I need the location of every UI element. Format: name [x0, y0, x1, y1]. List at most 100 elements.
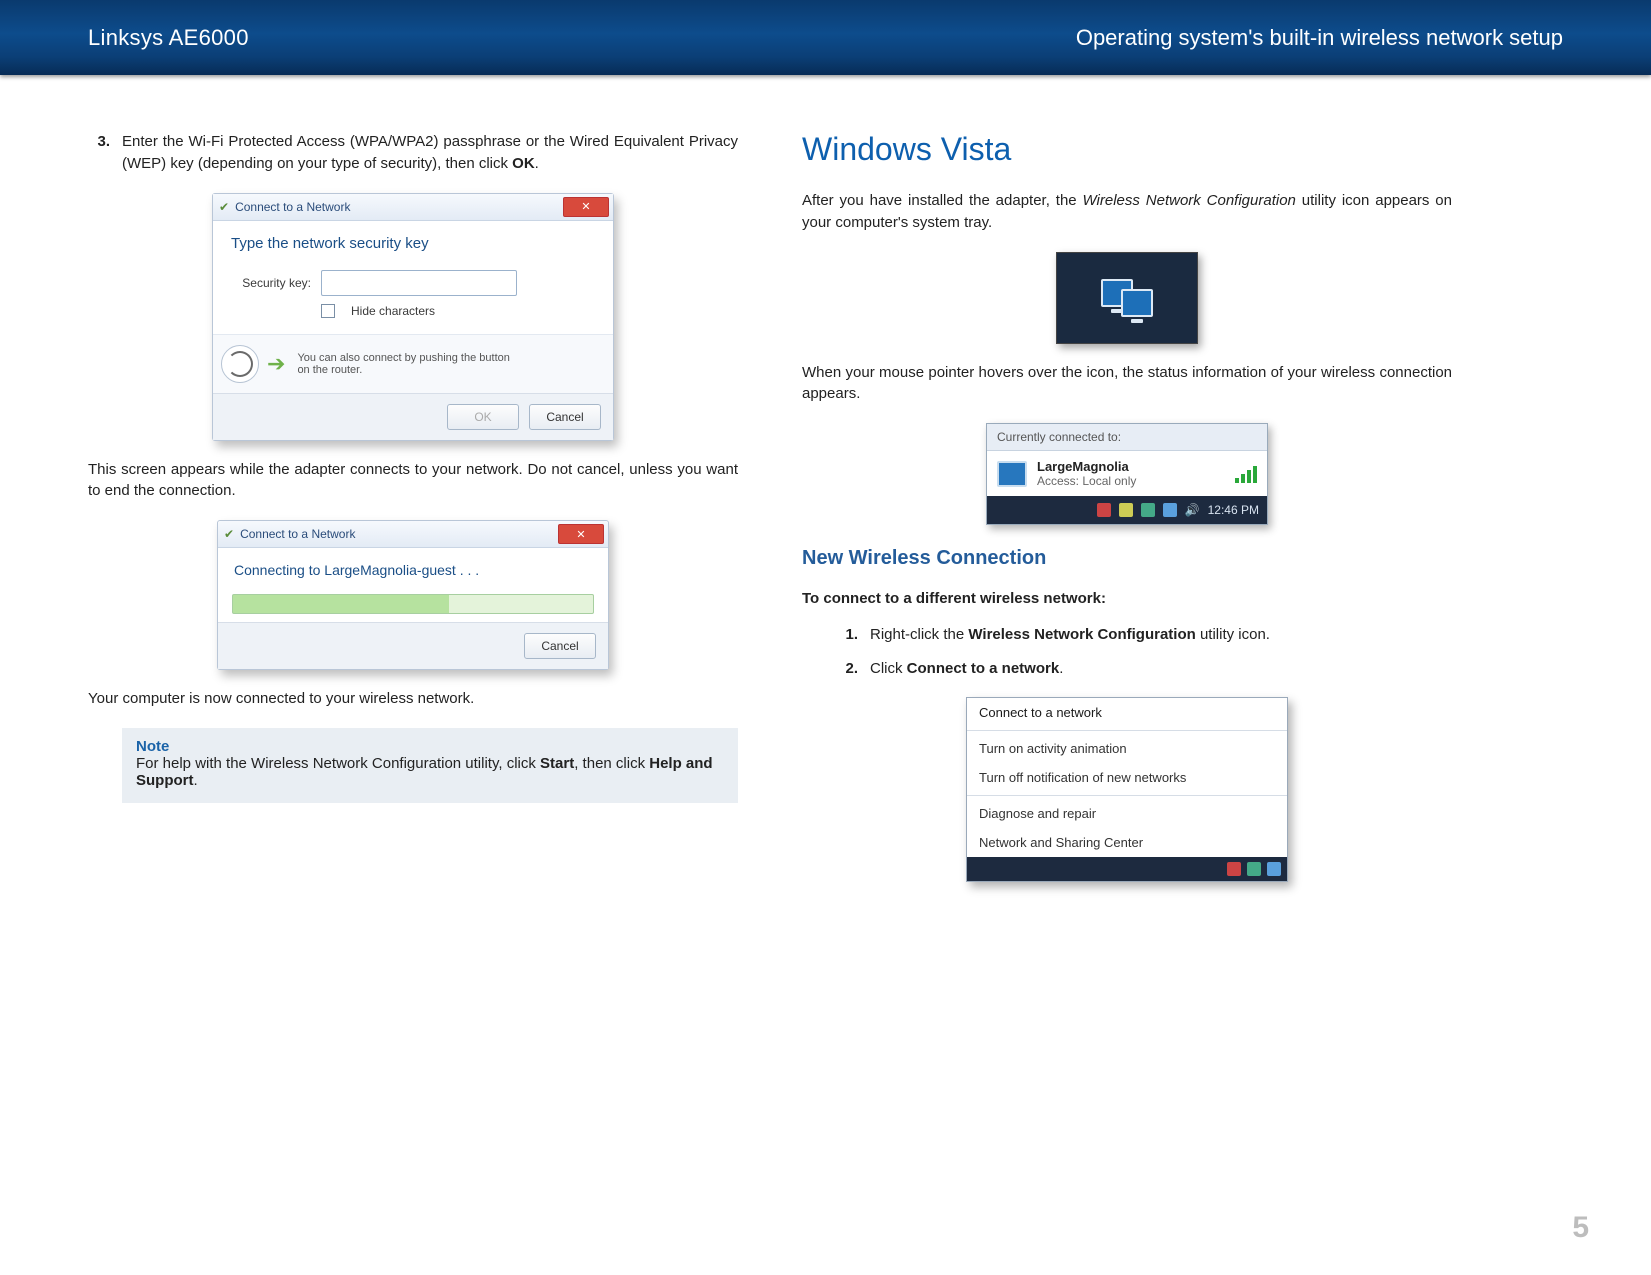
note-start: Start [540, 755, 574, 772]
context-menu: Connect to a network Turn on activity an… [966, 697, 1288, 882]
menu-activity-anim[interactable]: Turn on activity animation [967, 734, 1287, 763]
step3-bold-ok: OK [512, 155, 535, 172]
status-info: LargeMagnolia Access: Local only [1037, 459, 1136, 488]
s2-after: . [1059, 660, 1063, 677]
ok-button[interactable]: OK [447, 404, 519, 430]
step-2: 2. Click Connect to a network. [836, 658, 1452, 680]
connect-network-dialog: ✔ Connect to a Network ✕ Type the networ… [212, 193, 614, 441]
taskbar-strip [967, 857, 1287, 881]
progress-bar [232, 594, 594, 614]
security-key-row: Security key: [231, 270, 595, 296]
taskbar: 🔊 12:46 PM [987, 496, 1267, 524]
note-box: Note For help with the Wireless Network … [122, 728, 738, 803]
dialog1-titlebar: ✔ Connect to a Network ✕ [213, 194, 613, 221]
tray-figure [802, 252, 1452, 344]
top-banner: Linksys AE6000 Operating system's built-… [0, 0, 1651, 75]
dialog1-body: Type the network security key Security k… [213, 221, 613, 334]
step-text: Click Connect to a network. [870, 658, 1452, 680]
step-number: 1. [836, 624, 858, 646]
cancel-button[interactable]: Cancel [529, 404, 601, 430]
push-hint-text: You can also connect by pushing the butt… [297, 352, 517, 376]
tray-icon [1141, 503, 1155, 517]
status-popup: Currently connected to: LargeMagnolia Ac… [986, 423, 1268, 525]
menu-connect-network[interactable]: Connect to a network [967, 698, 1287, 727]
status-head: Currently connected to: [987, 424, 1267, 451]
menu-divider [967, 730, 1287, 731]
menu-turn-off-notif[interactable]: Turn off notification of new networks [967, 763, 1287, 792]
network-tray-icon [1107, 279, 1147, 317]
to-connect-intro: To connect to a different wireless netwo… [802, 588, 1452, 610]
menu-divider [967, 795, 1287, 796]
note-body: For help with the Wireless Network Confi… [136, 755, 724, 789]
hide-characters-label: Hide characters [351, 304, 435, 318]
p1-italic: Wireless Network Configuration [1083, 192, 1296, 209]
step-3: 3. Enter the Wi-Fi Protected Access (WPA… [88, 131, 738, 175]
dialog1-button-bar: OK Cancel [213, 393, 613, 440]
step-number: 2. [836, 658, 858, 680]
s1-before: Right-click the [870, 626, 968, 643]
section-title: Operating system's built-in wireless net… [1076, 25, 1651, 51]
dialog2-button-bar: Cancel [218, 622, 608, 669]
step3-text: Enter the Wi-Fi Protected Access (WPA/WP… [122, 133, 738, 172]
tray-icon [1119, 503, 1133, 517]
hide-characters-checkbox[interactable] [321, 304, 335, 318]
security-key-label: Security key: [231, 276, 311, 290]
left-column: 3. Enter the Wi-Fi Protected Access (WPA… [88, 131, 738, 900]
tray-icon [1227, 862, 1241, 876]
network-tray-icon[interactable] [1163, 503, 1177, 517]
product-name: Linksys AE6000 [0, 25, 249, 51]
note-mid: , then click [574, 755, 649, 772]
security-key-input[interactable] [321, 270, 517, 296]
hide-chars-row: Hide characters [231, 304, 595, 318]
access-label: Access: Local only [1037, 474, 1136, 488]
note-after: . [194, 772, 198, 789]
heading-new-connection: New Wireless Connection [802, 547, 1452, 570]
arrow-icon: ➔ [267, 351, 285, 377]
close-icon[interactable]: ✕ [563, 197, 609, 217]
tray-screenshot [1056, 252, 1198, 344]
step3-after: . [535, 155, 539, 172]
step-text: Enter the Wi-Fi Protected Access (WPA/WP… [122, 131, 738, 175]
dialog2-title: Connect to a Network [240, 527, 355, 541]
s1-after: utility icon. [1196, 626, 1270, 643]
context-menu-figure: Connect to a network Turn on activity an… [802, 697, 1452, 882]
s1-bold: Wireless Network Configuration [968, 626, 1195, 643]
volume-icon: 🔊 [1185, 503, 1200, 517]
note-title: Note [136, 738, 724, 755]
shield-icon: ✔ [224, 527, 234, 541]
cancel-button[interactable]: Cancel [524, 633, 596, 659]
menu-diagnose[interactable]: Diagnose and repair [967, 799, 1287, 828]
tray-icon [1097, 503, 1111, 517]
tray-icon [1247, 862, 1261, 876]
connecting-dialog: ✔ Connect to a Network ✕ Connecting to L… [217, 520, 609, 670]
clock: 12:46 PM [1208, 503, 1259, 517]
step-1: 1. Right-click the Wireless Network Conf… [836, 624, 1452, 646]
page-number: 5 [1572, 1211, 1589, 1245]
step-number: 3. [88, 131, 110, 175]
status-figure: Currently connected to: LargeMagnolia Ac… [802, 423, 1452, 525]
monitor-icon [997, 461, 1027, 487]
menu-sharing-center[interactable]: Network and Sharing Center [967, 828, 1287, 857]
dialog1-title: Connect to a Network [235, 200, 350, 214]
dialog2-figure: ✔ Connect to a Network ✕ Connecting to L… [88, 520, 738, 670]
wps-icon [221, 345, 259, 383]
monitor-icon [1121, 289, 1153, 317]
content-columns: 3. Enter the Wi-Fi Protected Access (WPA… [0, 75, 1651, 900]
dialog2-titlebar: ✔ Connect to a Network ✕ [218, 521, 608, 548]
dialog1-figure: ✔ Connect to a Network ✕ Type the networ… [88, 193, 738, 441]
close-icon[interactable]: ✕ [558, 524, 604, 544]
page: Linksys AE6000 Operating system's built-… [0, 0, 1651, 1275]
p1-before: After you have installed the adapter, th… [802, 192, 1083, 209]
step-text: Right-click the Wireless Network Configu… [870, 624, 1452, 646]
s2-before: Click [870, 660, 907, 677]
note-before: For help with the Wireless Network Confi… [136, 755, 540, 772]
para-after-dlg1: This screen appears while the adapter co… [88, 459, 738, 503]
network-name: LargeMagnolia [1037, 459, 1136, 474]
s2-bold: Connect to a network [907, 660, 1060, 677]
signal-bars-icon [1235, 465, 1257, 483]
vista-p2: When your mouse pointer hovers over the … [802, 362, 1452, 406]
push-button-hint: ➔ You can also connect by pushing the bu… [213, 334, 613, 393]
connected-text: Your computer is now connected to your w… [88, 688, 738, 710]
heading-vista: Windows Vista [802, 131, 1452, 168]
network-tray-icon[interactable] [1267, 862, 1281, 876]
